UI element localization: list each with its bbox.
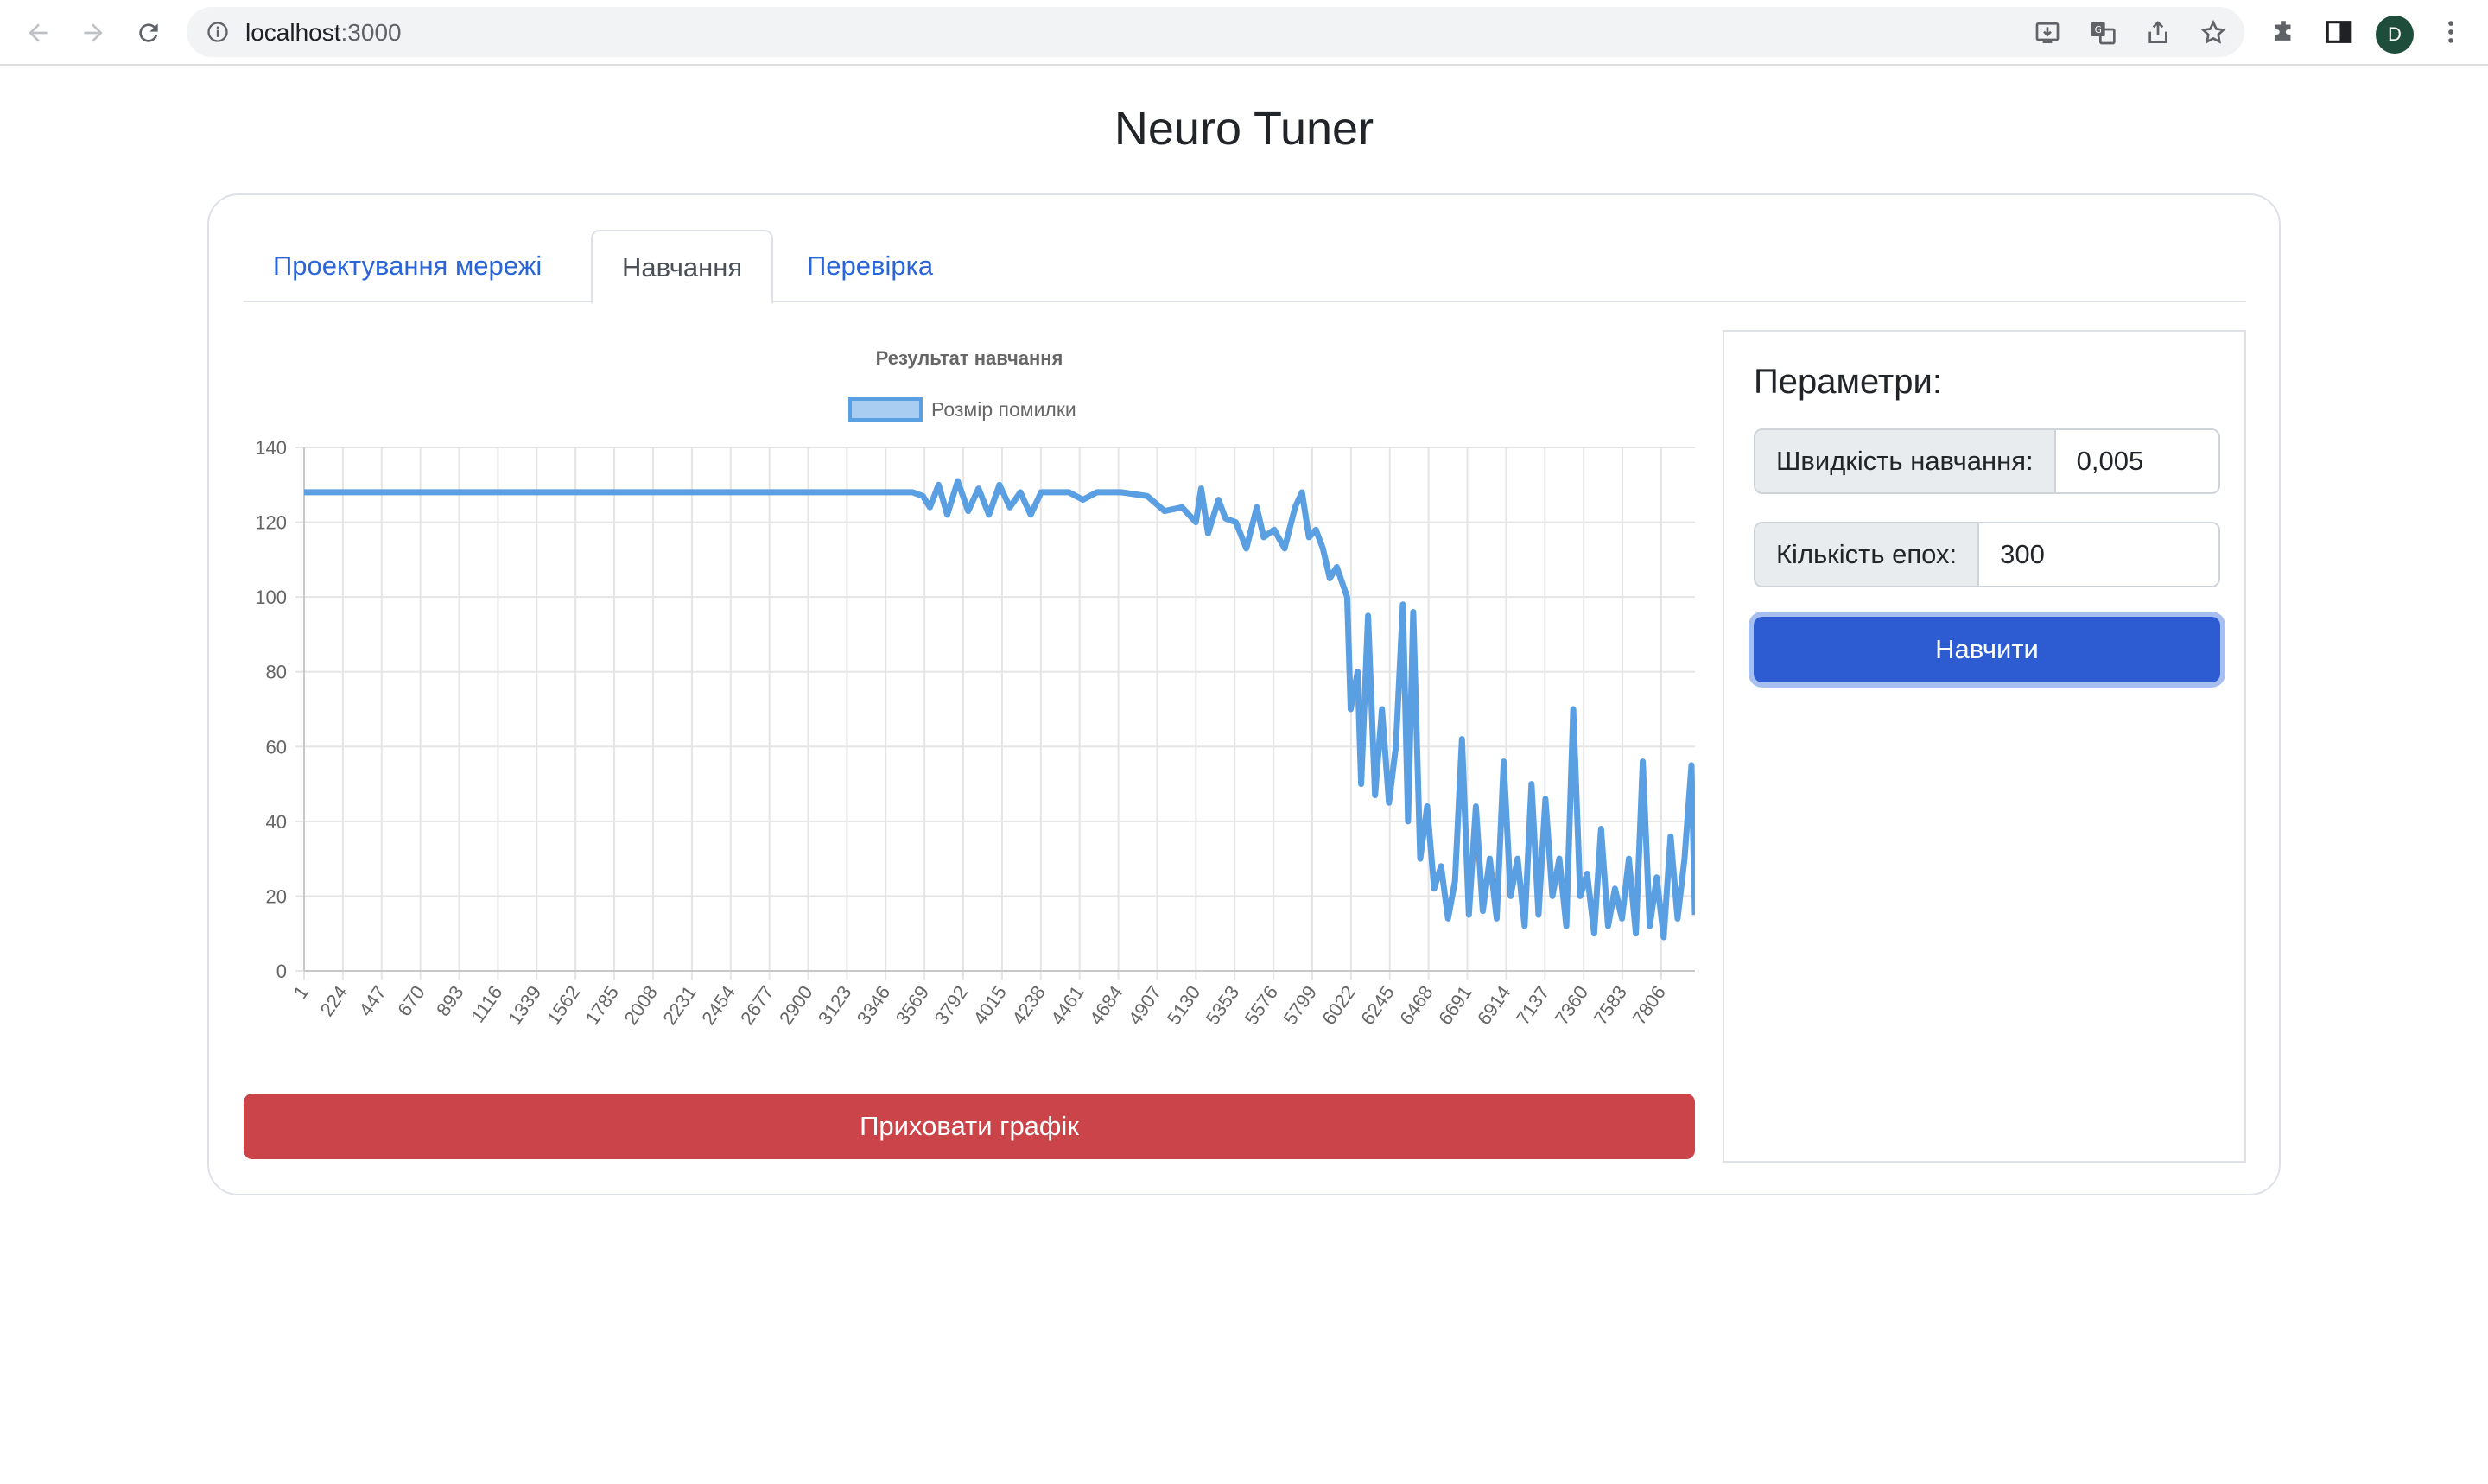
epochs-group: Кількість епох: 300	[1754, 522, 2220, 587]
x-tick-label: 7137	[1512, 982, 1554, 1029]
x-tick-label: 2677	[736, 982, 778, 1029]
x-tick-label: 2454	[697, 982, 739, 1029]
training-chart: Результат навчання Розмір помилки 0 20 40 6…	[244, 325, 1695, 1085]
x-tick-label: 4238	[1007, 982, 1050, 1029]
y-tick-label: 40	[266, 811, 287, 833]
y-tick-label: 120	[255, 512, 287, 534]
x-tick-label: 5353	[1202, 982, 1244, 1029]
train-button[interactable]: Навчити	[1754, 617, 2220, 682]
address-bar[interactable]: localhost:3000 G	[187, 7, 2244, 57]
translate-icon[interactable]: G	[2089, 19, 2117, 47]
x-tick-label: 6245	[1356, 982, 1399, 1029]
y-tick-label: 80	[266, 662, 287, 683]
x-tick-label: 3792	[930, 982, 973, 1029]
x-tick-label: 1562	[543, 982, 585, 1029]
x-tick-label: 6468	[1395, 982, 1438, 1029]
x-axis-ticks: 1 224 447 670 893111613391562178520082231245…	[289, 982, 1670, 1029]
legend-swatch	[848, 397, 923, 422]
x-tick-label: 3346	[853, 982, 895, 1029]
series-error	[304, 478, 1695, 941]
x-tick-label: 1	[289, 982, 314, 1003]
tab-training[interactable]: Навчання	[591, 230, 774, 304]
epochs-input[interactable]: 300	[1979, 523, 2218, 586]
url-host: localhost	[245, 19, 341, 46]
legend-label: Розмір помилки	[931, 398, 1076, 421]
series-line	[304, 478, 1695, 941]
tab-verification[interactable]: Перевірка	[778, 230, 962, 302]
x-tick-label: 5130	[1163, 982, 1205, 1029]
x-tick-label: 4461	[1046, 982, 1088, 1029]
install-icon[interactable]	[2034, 19, 2061, 47]
browser-toolbar: localhost:3000 G D	[0, 0, 2488, 66]
chart-legend[interactable]: Розмір помилки	[848, 397, 1076, 422]
forward-icon[interactable]	[76, 16, 111, 50]
x-tick-label: 2900	[775, 982, 817, 1029]
x-tick-label: 3123	[814, 982, 856, 1029]
params-panel: Пераметри: Швидкість навчання: 0,005 Кіл…	[1723, 330, 2246, 1163]
y-tick-label: 20	[266, 885, 287, 907]
main-card: Проектування мережі Навчання Перевірка Р…	[207, 193, 2281, 1195]
share-icon[interactable]	[2144, 19, 2172, 47]
x-tick-label: 6914	[1473, 982, 1515, 1029]
x-tick-label: 670	[393, 982, 429, 1020]
x-tick-label: 1785	[581, 982, 624, 1029]
x-tick-label: 3569	[892, 982, 934, 1029]
x-tick-label: 2231	[658, 982, 701, 1029]
reload-icon[interactable]	[131, 16, 166, 50]
x-tick-label: 4907	[1124, 982, 1166, 1029]
x-tick-label: 224	[315, 982, 352, 1020]
x-tick-label: 7806	[1628, 982, 1670, 1029]
x-tick-label: 7583	[1590, 982, 1632, 1029]
params-heading: Пераметри:	[1754, 363, 1942, 401]
x-tick-label: 6022	[1317, 982, 1360, 1029]
sidepanel-icon[interactable]	[2324, 17, 2355, 48]
epochs-label: Кількість епох:	[1755, 523, 1980, 586]
menu-icon[interactable]	[2436, 17, 2467, 48]
tab-bar: Проектування мережі Навчання Перевірка	[244, 230, 2246, 304]
back-icon[interactable]	[21, 16, 55, 50]
x-tick-label: 447	[354, 982, 390, 1020]
x-tick-label: 1116	[466, 982, 507, 1027]
x-tick-label: 5576	[1241, 982, 1283, 1029]
x-tick-label: 4684	[1085, 982, 1127, 1029]
profile-avatar[interactable]: D	[2376, 16, 2414, 54]
page-title: Neuro Tuner	[1114, 103, 1374, 155]
learning-rate-label: Швидкість навчання:	[1755, 430, 2056, 492]
x-tick-label: 1339	[504, 982, 546, 1029]
y-tick-label: 140	[255, 437, 287, 459]
y-tick-label: 0	[276, 961, 287, 982]
tab-network-design[interactable]: Проектування мережі	[244, 230, 571, 302]
url-text: localhost:3000	[245, 19, 402, 47]
info-icon[interactable]	[206, 20, 230, 48]
extensions-icon[interactable]	[2269, 17, 2300, 48]
learning-rate-input[interactable]: 0,005	[2055, 430, 2218, 492]
y-tick-label: 100	[255, 587, 287, 608]
svg-text:G: G	[2095, 24, 2102, 35]
chart-canvas: Розмір помилки 020406080100120140 1 224 44…	[255, 397, 1695, 1029]
x-tick-label: 5799	[1279, 982, 1322, 1029]
x-tick-label: 7360	[1551, 982, 1593, 1029]
y-axis-ticks: 0 20 40 60 80 100 120 140	[255, 437, 287, 982]
star-icon[interactable]	[2199, 19, 2227, 47]
y-tick-label: 60	[266, 736, 287, 758]
learning-rate-group: Швидкість навчання: 0,005	[1754, 428, 2220, 494]
x-tick-label: 6691	[1434, 982, 1476, 1029]
x-tick-label: 4015	[968, 982, 1011, 1029]
x-tick-label: 2008	[619, 982, 662, 1029]
url-port: :3000	[340, 19, 402, 46]
hide-chart-button[interactable]: Приховати графік	[244, 1094, 1695, 1159]
x-tick-label: 893	[432, 982, 468, 1020]
